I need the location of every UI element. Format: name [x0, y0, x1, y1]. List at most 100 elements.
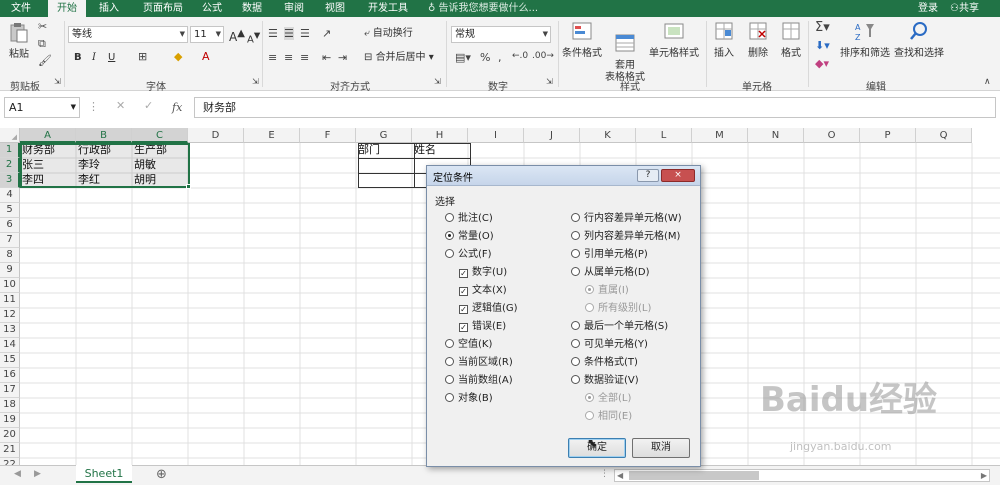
insert-function-button[interactable]: fx [172, 97, 182, 118]
left-option-9[interactable]: 当前数组(A) [445, 374, 513, 388]
sort-filter-button[interactable]: AZ 排序和筛选 [838, 20, 892, 60]
align-center-icon[interactable]: ≡ [284, 51, 293, 64]
scrollbar-thumb[interactable] [629, 471, 759, 480]
prev-sheet-icon[interactable]: ◀ [14, 469, 21, 479]
percent-icon[interactable]: % [480, 51, 490, 64]
align-right-icon[interactable]: ≡ [300, 51, 309, 64]
row-header-6[interactable]: 6 [0, 218, 20, 233]
login-link[interactable]: 登录 [918, 0, 938, 17]
checkbox-icon[interactable]: ✓ [459, 287, 468, 296]
format-cells-button[interactable]: 格式 [776, 20, 806, 60]
tab-data[interactable]: 数据 [236, 0, 268, 17]
tab-insert[interactable]: 插入 [92, 0, 126, 17]
row-header-11[interactable]: 11 [0, 293, 20, 308]
left-option-5[interactable]: ✓ 逻辑值(G) [459, 302, 518, 316]
cut-icon[interactable]: ✂ [38, 20, 47, 33]
radio-icon[interactable] [445, 213, 454, 222]
autosum-icon[interactable]: Σ▾ [815, 20, 830, 35]
clear-icon[interactable]: ◆▾ [815, 57, 829, 70]
left-option-8[interactable]: 当前区域(R) [445, 356, 513, 370]
accounting-format-icon[interactable]: ▤▾ [455, 51, 471, 64]
row-header-1[interactable]: 1 [0, 143, 20, 158]
underline-button[interactable]: U [108, 51, 115, 65]
scroll-right-icon[interactable]: ▶ [981, 471, 987, 480]
font-color-icon[interactable]: A [202, 50, 210, 63]
left-option-1[interactable]: 常量(O) [445, 230, 494, 244]
row-header-20[interactable]: 20 [0, 428, 20, 443]
radio-icon[interactable] [445, 339, 454, 348]
tab-view[interactable]: 视图 [318, 0, 352, 17]
add-sheet-icon[interactable]: ⊕ [156, 467, 167, 482]
row-header-14[interactable]: 14 [0, 338, 20, 353]
row-header-16[interactable]: 16 [0, 368, 20, 383]
checkbox-icon[interactable]: ✓ [459, 269, 468, 278]
cancel-button[interactable]: 取消 [632, 438, 690, 458]
column-header-c[interactable]: C [132, 128, 188, 143]
column-header-b[interactable]: B [76, 128, 132, 143]
align-left-icon[interactable]: ≡ [268, 51, 277, 64]
radio-icon[interactable] [571, 231, 580, 240]
cell-styles-button[interactable]: 单元格样式 [648, 20, 700, 60]
conditional-formatting-button[interactable]: 条件格式 [560, 20, 604, 60]
row-header-10[interactable]: 10 [0, 278, 20, 293]
row-header-19[interactable]: 19 [0, 413, 20, 428]
row-header-21[interactable]: 21 [0, 443, 20, 458]
bold-button[interactable]: B [74, 51, 82, 65]
column-header-e[interactable]: E [244, 128, 300, 143]
row-header-9[interactable]: 9 [0, 263, 20, 278]
grow-font-button[interactable]: A▲ [229, 27, 245, 44]
column-header-a[interactable]: A [20, 128, 76, 143]
radio-icon[interactable] [445, 375, 454, 384]
radio-icon[interactable] [445, 231, 454, 240]
delete-cells-button[interactable]: 删除 [742, 20, 774, 60]
row-header-8[interactable]: 8 [0, 248, 20, 263]
left-option-2[interactable]: 公式(F) [445, 248, 492, 262]
comma-style-icon[interactable]: , [498, 51, 502, 64]
dialog-launcher-icon[interactable]: ⇲ [546, 77, 553, 86]
insert-cells-button[interactable]: 插入 [708, 20, 740, 60]
horizontal-scrollbar[interactable]: ◀ ▶ [614, 469, 990, 482]
close-button[interactable]: × [661, 169, 695, 182]
column-header-k[interactable]: K [580, 128, 636, 143]
column-header-d[interactable]: D [188, 128, 244, 143]
italic-button[interactable]: I [92, 51, 96, 65]
dialog-launcher-icon[interactable]: ⇲ [54, 77, 61, 86]
dialog-launcher-icon[interactable]: ⇲ [252, 77, 259, 86]
middle-align-icon[interactable]: ☰ [284, 27, 294, 40]
dialog-title-bar[interactable]: 定位条件 ? × [427, 166, 700, 186]
share-button[interactable]: ⚇共享 [950, 0, 979, 17]
radio-icon[interactable] [445, 357, 454, 366]
increase-indent-icon[interactable]: ⇥ [338, 51, 347, 64]
checkbox-icon[interactable]: ✓ [459, 305, 468, 314]
tab-page-layout[interactable]: 页面布局 [134, 0, 192, 17]
row-header-17[interactable]: 17 [0, 383, 20, 398]
right-option-7[interactable]: 可见单元格(Y) [571, 338, 648, 352]
row-header-2[interactable]: 2 [0, 158, 20, 173]
bottom-align-icon[interactable]: ☰ [300, 27, 310, 40]
tab-file[interactable]: 文件 [4, 0, 38, 17]
column-header-i[interactable]: I [468, 128, 524, 143]
tell-me-box[interactable]: ♁ 告诉我您想要做什么... [428, 0, 538, 17]
font-size-combo[interactable]: 11 ▼ [190, 26, 224, 43]
column-header-n[interactable]: N [748, 128, 804, 143]
merge-center-button[interactable]: ⊟ 合并后居中 ▾ [364, 51, 434, 65]
shrink-font-button[interactable]: A▼ [247, 28, 260, 47]
row-header-22[interactable]: 22 [0, 458, 20, 465]
row-header-13[interactable]: 13 [0, 323, 20, 338]
column-header-m[interactable]: M [692, 128, 748, 143]
font-name-combo[interactable]: 等线 ▼ [68, 26, 188, 43]
column-header-h[interactable]: H [412, 128, 468, 143]
row-header-4[interactable]: 4 [0, 188, 20, 203]
increase-decimal-icon[interactable]: ←.0 [512, 51, 528, 61]
column-header-o[interactable]: O [804, 128, 860, 143]
radio-icon[interactable] [445, 393, 454, 402]
radio-icon[interactable] [571, 357, 580, 366]
radio-icon[interactable] [571, 339, 580, 348]
tab-developer[interactable]: 开发工具 [360, 0, 416, 17]
tab-formulas[interactable]: 公式 [196, 0, 228, 17]
column-header-f[interactable]: F [300, 128, 356, 143]
right-option-8[interactable]: 条件格式(T) [571, 356, 638, 370]
decrease-indent-icon[interactable]: ⇤ [322, 51, 331, 64]
right-option-2[interactable]: 引用单元格(P) [571, 248, 648, 262]
radio-icon[interactable] [571, 213, 580, 222]
